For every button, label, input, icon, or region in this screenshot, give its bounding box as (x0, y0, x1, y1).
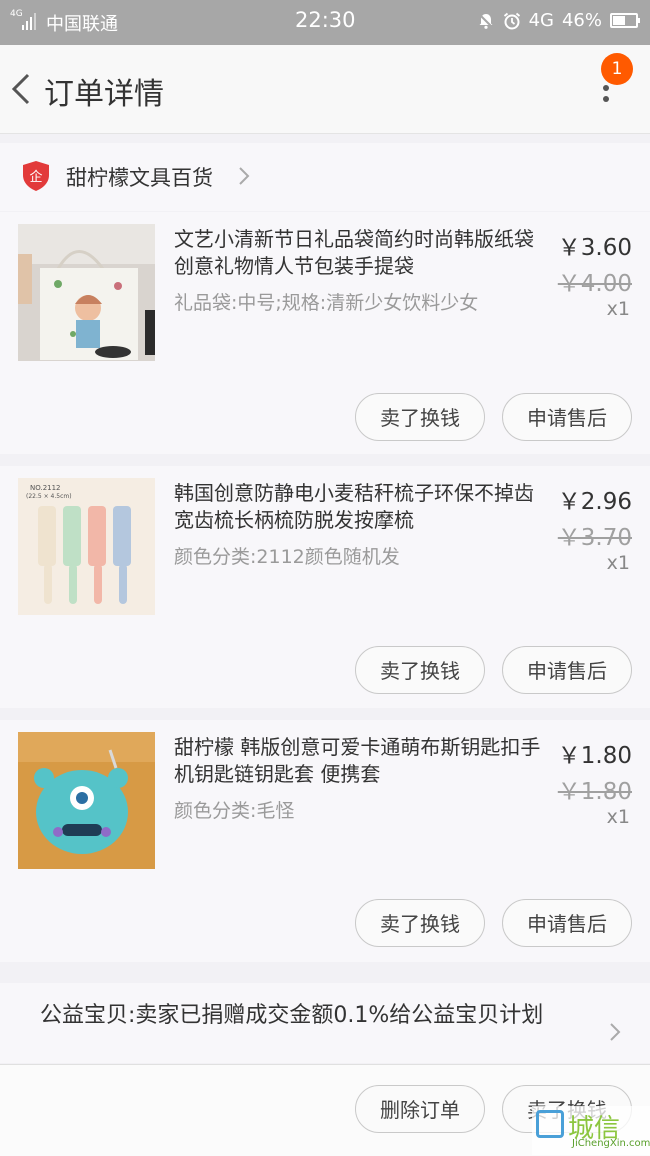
product-title[interactable]: 甜柠檬 韩版创意可爱卡通萌布斯钥匙扣手机钥匙链钥匙套 便携套 (174, 734, 546, 788)
sell-for-cash-button[interactable]: 卖了换钱 (355, 646, 485, 694)
product-thumbnail-gift-bag[interactable] (18, 224, 155, 361)
product-price: ￥3.60 (557, 235, 632, 261)
carrier-label: 中国联通 (46, 14, 118, 35)
back-arrow-icon[interactable] (8, 69, 38, 109)
shop-header[interactable]: 企 甜柠檬文具百货 (0, 143, 650, 211)
alarm-icon (503, 12, 520, 29)
product-spec: 颜色分类:2112颜色随机发 (174, 546, 400, 568)
svg-text:企: 企 (29, 169, 42, 185)
product-quantity: x1 (606, 806, 630, 828)
charity-info-row[interactable]: 公益宝贝:卖家已捐赠成交金额0.1%给公益宝贝计划 (0, 983, 650, 1063)
product-thumbnail-combs[interactable]: NO.2112 (22.5 × 4.5cm) (18, 478, 155, 615)
product-original-price: ￥1.80 (557, 779, 632, 805)
product-price: ￥1.80 (557, 743, 632, 769)
apply-after-sale-button[interactable]: 申请售后 (502, 899, 632, 947)
sell-for-cash-button[interactable]: 卖了换钱 (355, 393, 485, 441)
product-thumbnail-keychain[interactable] (18, 732, 155, 869)
page-title: 订单详情 (44, 77, 164, 112)
product-spec: 礼品袋:中号;规格:清新少女饮料少女 (174, 292, 479, 314)
chevron-right-icon (610, 1023, 621, 1041)
watermark-logo-icon (536, 1110, 564, 1138)
apply-after-sale-button[interactable]: 申请售后 (502, 646, 632, 694)
clock: 22:30 (295, 8, 356, 32)
product-title[interactable]: 文艺小清新节日礼品袋简约时尚韩版纸袋创意礼物情人节包装手提袋 (174, 226, 546, 280)
sell-for-cash-button[interactable]: 卖了换钱 (355, 899, 485, 947)
status-right: 4G 46% (477, 10, 640, 31)
site-watermark: 城信 JiChengXin.com (532, 1106, 650, 1155)
enterprise-shop-icon: 企 (23, 161, 49, 191)
product-spec: 颜色分类:毛怪 (174, 800, 295, 822)
watermark-en-text: JiChengXin.com (572, 1138, 650, 1149)
charity-text: 公益宝贝:卖家已捐赠成交金额0.1%给公益宝贝计划 (40, 1003, 544, 1028)
more-menu-icon[interactable] (596, 79, 616, 119)
navigation-bar: 订单详情 1 (0, 45, 650, 134)
order-item[interactable]: NO.2112 (22.5 × 4.5cm) 韩国创意防静电小麦秸秆梳子环保不掉… (0, 466, 650, 708)
battery-label: 46% (561, 10, 602, 31)
product-title[interactable]: 韩国创意防静电小麦秸秆梳子环保不掉齿宽齿梳长柄梳防脱发按摩梳 (174, 480, 546, 534)
chevron-right-icon (239, 167, 250, 185)
thumb-model-text: NO.2112 (30, 484, 61, 492)
thumb-size-text: (22.5 × 4.5cm) (26, 493, 72, 500)
delete-order-button[interactable]: 删除订单 (355, 1085, 485, 1133)
network-small-label: 4G (10, 9, 23, 19)
shop-name[interactable]: 甜柠檬文具百货 (66, 162, 213, 192)
apply-after-sale-button[interactable]: 申请售后 (502, 393, 632, 441)
signal-icon (22, 12, 36, 30)
battery-icon (610, 13, 640, 28)
order-item[interactable]: 甜柠檬 韩版创意可爱卡通萌布斯钥匙扣手机钥匙链钥匙套 便携套 颜色分类:毛怪 ￥… (0, 720, 650, 962)
notification-badge: 1 (601, 53, 633, 85)
product-quantity: x1 (606, 552, 630, 574)
order-item[interactable]: 文艺小清新节日礼品袋简约时尚韩版纸袋创意礼物情人节包装手提袋 礼品袋:中号;规格… (0, 212, 650, 454)
product-original-price: ￥3.70 (557, 525, 632, 551)
product-quantity: x1 (606, 298, 630, 320)
status-bar: 4G 中国联通 22:30 4G 46% (0, 0, 650, 45)
mute-bell-icon (477, 12, 494, 29)
product-price: ￥2.96 (557, 489, 632, 515)
network-label: 4G (528, 10, 554, 31)
product-original-price: ￥4.00 (557, 271, 632, 297)
